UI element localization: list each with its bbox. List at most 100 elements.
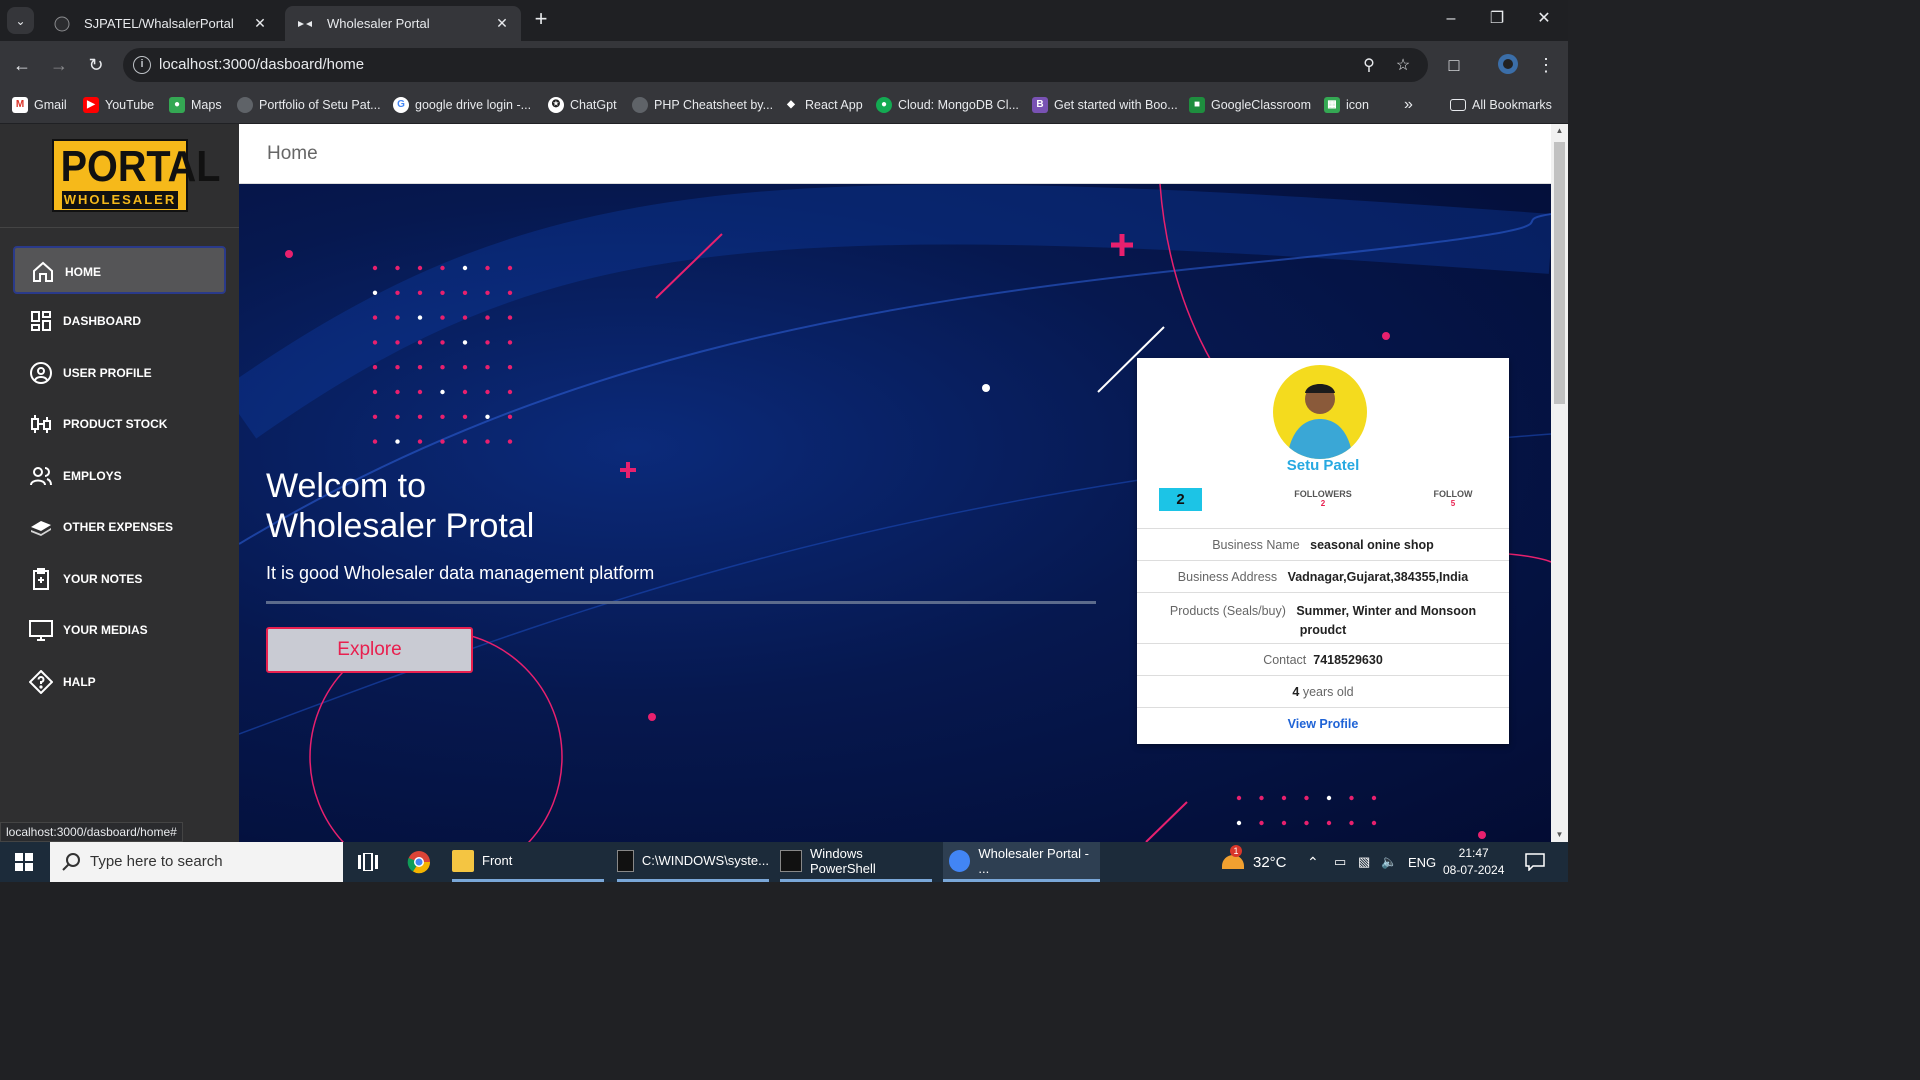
zoom-icon[interactable]: ⚲ (1359, 56, 1379, 76)
decor-dot (462, 340, 468, 345)
decor-dot (417, 439, 423, 444)
scroll-up-icon[interactable]: ▲ (1551, 124, 1568, 138)
decor-dot (485, 340, 490, 345)
chrome-taskbar-icon[interactable] (407, 850, 431, 874)
more-bookmarks-icon[interactable]: » (1404, 95, 1413, 115)
weather-widget[interactable]: 1 32°C (1222, 842, 1287, 882)
browser-tab-wholesaler[interactable]: Wholesaler Portal ✕ (285, 6, 521, 41)
bookmark-react-app[interactable]: ◆ React App (783, 95, 863, 115)
bookmark-gmail[interactable]: M Gmail (12, 95, 67, 115)
bookmark-chatgpt[interactable]: ✪ ChatGpt (548, 95, 617, 115)
sidebar-item-dashboard[interactable]: DASHBOARD (13, 297, 226, 345)
explore-button[interactable]: Explore (266, 627, 473, 673)
bookmark-mongodb[interactable]: ● Cloud: MongoDB Cl... (876, 95, 1019, 115)
url-text[interactable]: localhost:3000/dasboard/home (159, 56, 364, 73)
bookmark-icon[interactable]: ▦ icon (1324, 95, 1369, 115)
taskbar-chrome-window[interactable]: Wholesaler Portal - ... (943, 842, 1100, 882)
language-indicator[interactable]: ENG (1408, 842, 1436, 882)
bookmark-google-drive[interactable]: Ggoogle drive login -... (393, 95, 531, 115)
bookmark-portfolio[interactable]: Portfolio of Setu Pat... (237, 95, 381, 115)
site-info-icon[interactable]: i (133, 56, 151, 74)
monitor-icon (29, 620, 53, 641)
help-icon (29, 670, 53, 694)
profile-card: Setu Patel 2 FOLLOWERS 2 FOLLOW 5 Busine… (1137, 358, 1509, 744)
back-icon[interactable]: ← (10, 53, 34, 77)
scroll-down-icon[interactable]: ▼ (1551, 828, 1568, 842)
decor-dot (462, 439, 468, 444)
battery-icon[interactable]: ▭ (1334, 842, 1346, 882)
page-header: Home (239, 124, 1551, 184)
new-tab-icon[interactable]: + (530, 8, 552, 31)
sidebar-item-home[interactable]: HOME (13, 246, 226, 294)
decor-dot (440, 315, 445, 320)
taskbar-cmd[interactable]: C:\WINDOWS\syste... (617, 842, 769, 882)
portal-logo[interactable]: PORTAL WHOLESALER (52, 139, 220, 212)
scrollbar-thumb[interactable] (1554, 142, 1565, 404)
browser-tab-github[interactable]: SJPATEL/WhalsalerPortal ✕ (42, 6, 279, 41)
restore-icon[interactable]: ❐ (1486, 8, 1508, 30)
decor-dot (395, 340, 400, 345)
clock[interactable]: 21:47 08-07-2024 (1443, 842, 1504, 882)
decor-dot (440, 389, 445, 395)
bookmark-youtube[interactable]: ▶ YouTube (83, 95, 154, 115)
decor-dot (507, 414, 513, 419)
forward-icon[interactable]: → (47, 53, 71, 77)
decor-dot (462, 315, 468, 320)
sidebar-item-product-stock[interactable]: PRODUCT STOCK (13, 400, 226, 448)
close-tab-icon[interactable]: ✕ (251, 14, 269, 32)
bookmark-google-classroom[interactable]: ■ GoogleClassroom (1189, 95, 1311, 115)
decor-dot (395, 439, 400, 444)
sidebar-item-your-notes[interactable]: YOUR NOTES (13, 555, 226, 603)
taskbar-powershell[interactable]: Windows PowerShell (780, 842, 932, 882)
sidebar-item-employs[interactable]: EMPLOYS (13, 452, 226, 500)
profile-avatar-icon[interactable] (1497, 53, 1519, 75)
search-icon (62, 853, 80, 871)
volume-icon[interactable]: 🔈 (1381, 842, 1397, 882)
contact-row: Contact 7418529630 (1137, 643, 1509, 675)
classroom-icon: ■ (1189, 97, 1205, 113)
decor-dot (462, 290, 468, 295)
sidebar-divider (0, 227, 239, 228)
decor-dot (485, 439, 490, 444)
page-scrollbar[interactable]: ▲ ▼ (1551, 124, 1568, 842)
extensions-icon[interactable]: □ (1442, 53, 1466, 77)
sidebar-item-halp[interactable]: HALP (13, 658, 226, 706)
display-icon[interactable]: ▧ (1358, 842, 1370, 882)
bookmark-bootstrap[interactable]: B Get started with Boo... (1032, 95, 1178, 115)
decor-dot (485, 315, 490, 320)
window-close-icon[interactable]: ✕ (1533, 8, 1555, 30)
address-bar[interactable]: i localhost:3000/dasboard/home ⚲ ☆ (123, 48, 1428, 82)
windows-start-icon[interactable] (15, 853, 33, 871)
decor-dot (395, 290, 400, 295)
tab-search-chevron-icon[interactable]: ⌄ (7, 7, 34, 34)
sidebar-item-your-medias[interactable]: YOUR MEDIAS (13, 606, 226, 654)
chatgpt-icon: ✪ (548, 97, 564, 113)
decor-dot (1304, 820, 1309, 826)
taskbar-front-folder[interactable]: Front (452, 842, 604, 882)
decor-dot (1326, 795, 1332, 801)
decor-dot (1259, 820, 1264, 826)
bookmark-maps[interactable]: ● Maps (169, 95, 222, 115)
all-bookmarks-button[interactable]: All Bookmarks (1450, 95, 1552, 115)
close-tab-icon[interactable]: ✕ (493, 14, 511, 32)
maps-icon: ● (169, 97, 185, 113)
task-view-icon[interactable] (358, 853, 378, 871)
sidebar-item-other-expenses[interactable]: OTHER EXPENSES (13, 503, 226, 551)
decor-dot (462, 389, 468, 395)
bookmark-star-icon[interactable]: ☆ (1393, 56, 1413, 76)
icon-site-icon: ▦ (1324, 97, 1340, 113)
mongodb-icon: ● (876, 97, 892, 113)
avatar[interactable] (1273, 365, 1367, 459)
show-hidden-icons[interactable]: ⌃ (1307, 842, 1319, 882)
bookmark-php-cheatsheet[interactable]: PHP Cheatsheet by... (632, 95, 773, 115)
age-row: 4 years old (1137, 675, 1509, 707)
minimize-icon[interactable]: – (1440, 8, 1462, 30)
sidebar-item-user-profile[interactable]: USER PROFILE (13, 349, 226, 397)
logo-subtext: WHOLESALER (62, 191, 178, 209)
browser-menu-icon[interactable]: ⋮ (1534, 53, 1558, 77)
followers-stat: FOLLOWERS 2 (1294, 489, 1352, 508)
notifications-icon[interactable] (1525, 853, 1545, 871)
taskbar-search[interactable]: Type here to search (50, 842, 343, 882)
reload-icon[interactable]: ↻ (84, 53, 108, 77)
view-profile-link[interactable]: View Profile (1288, 717, 1359, 731)
